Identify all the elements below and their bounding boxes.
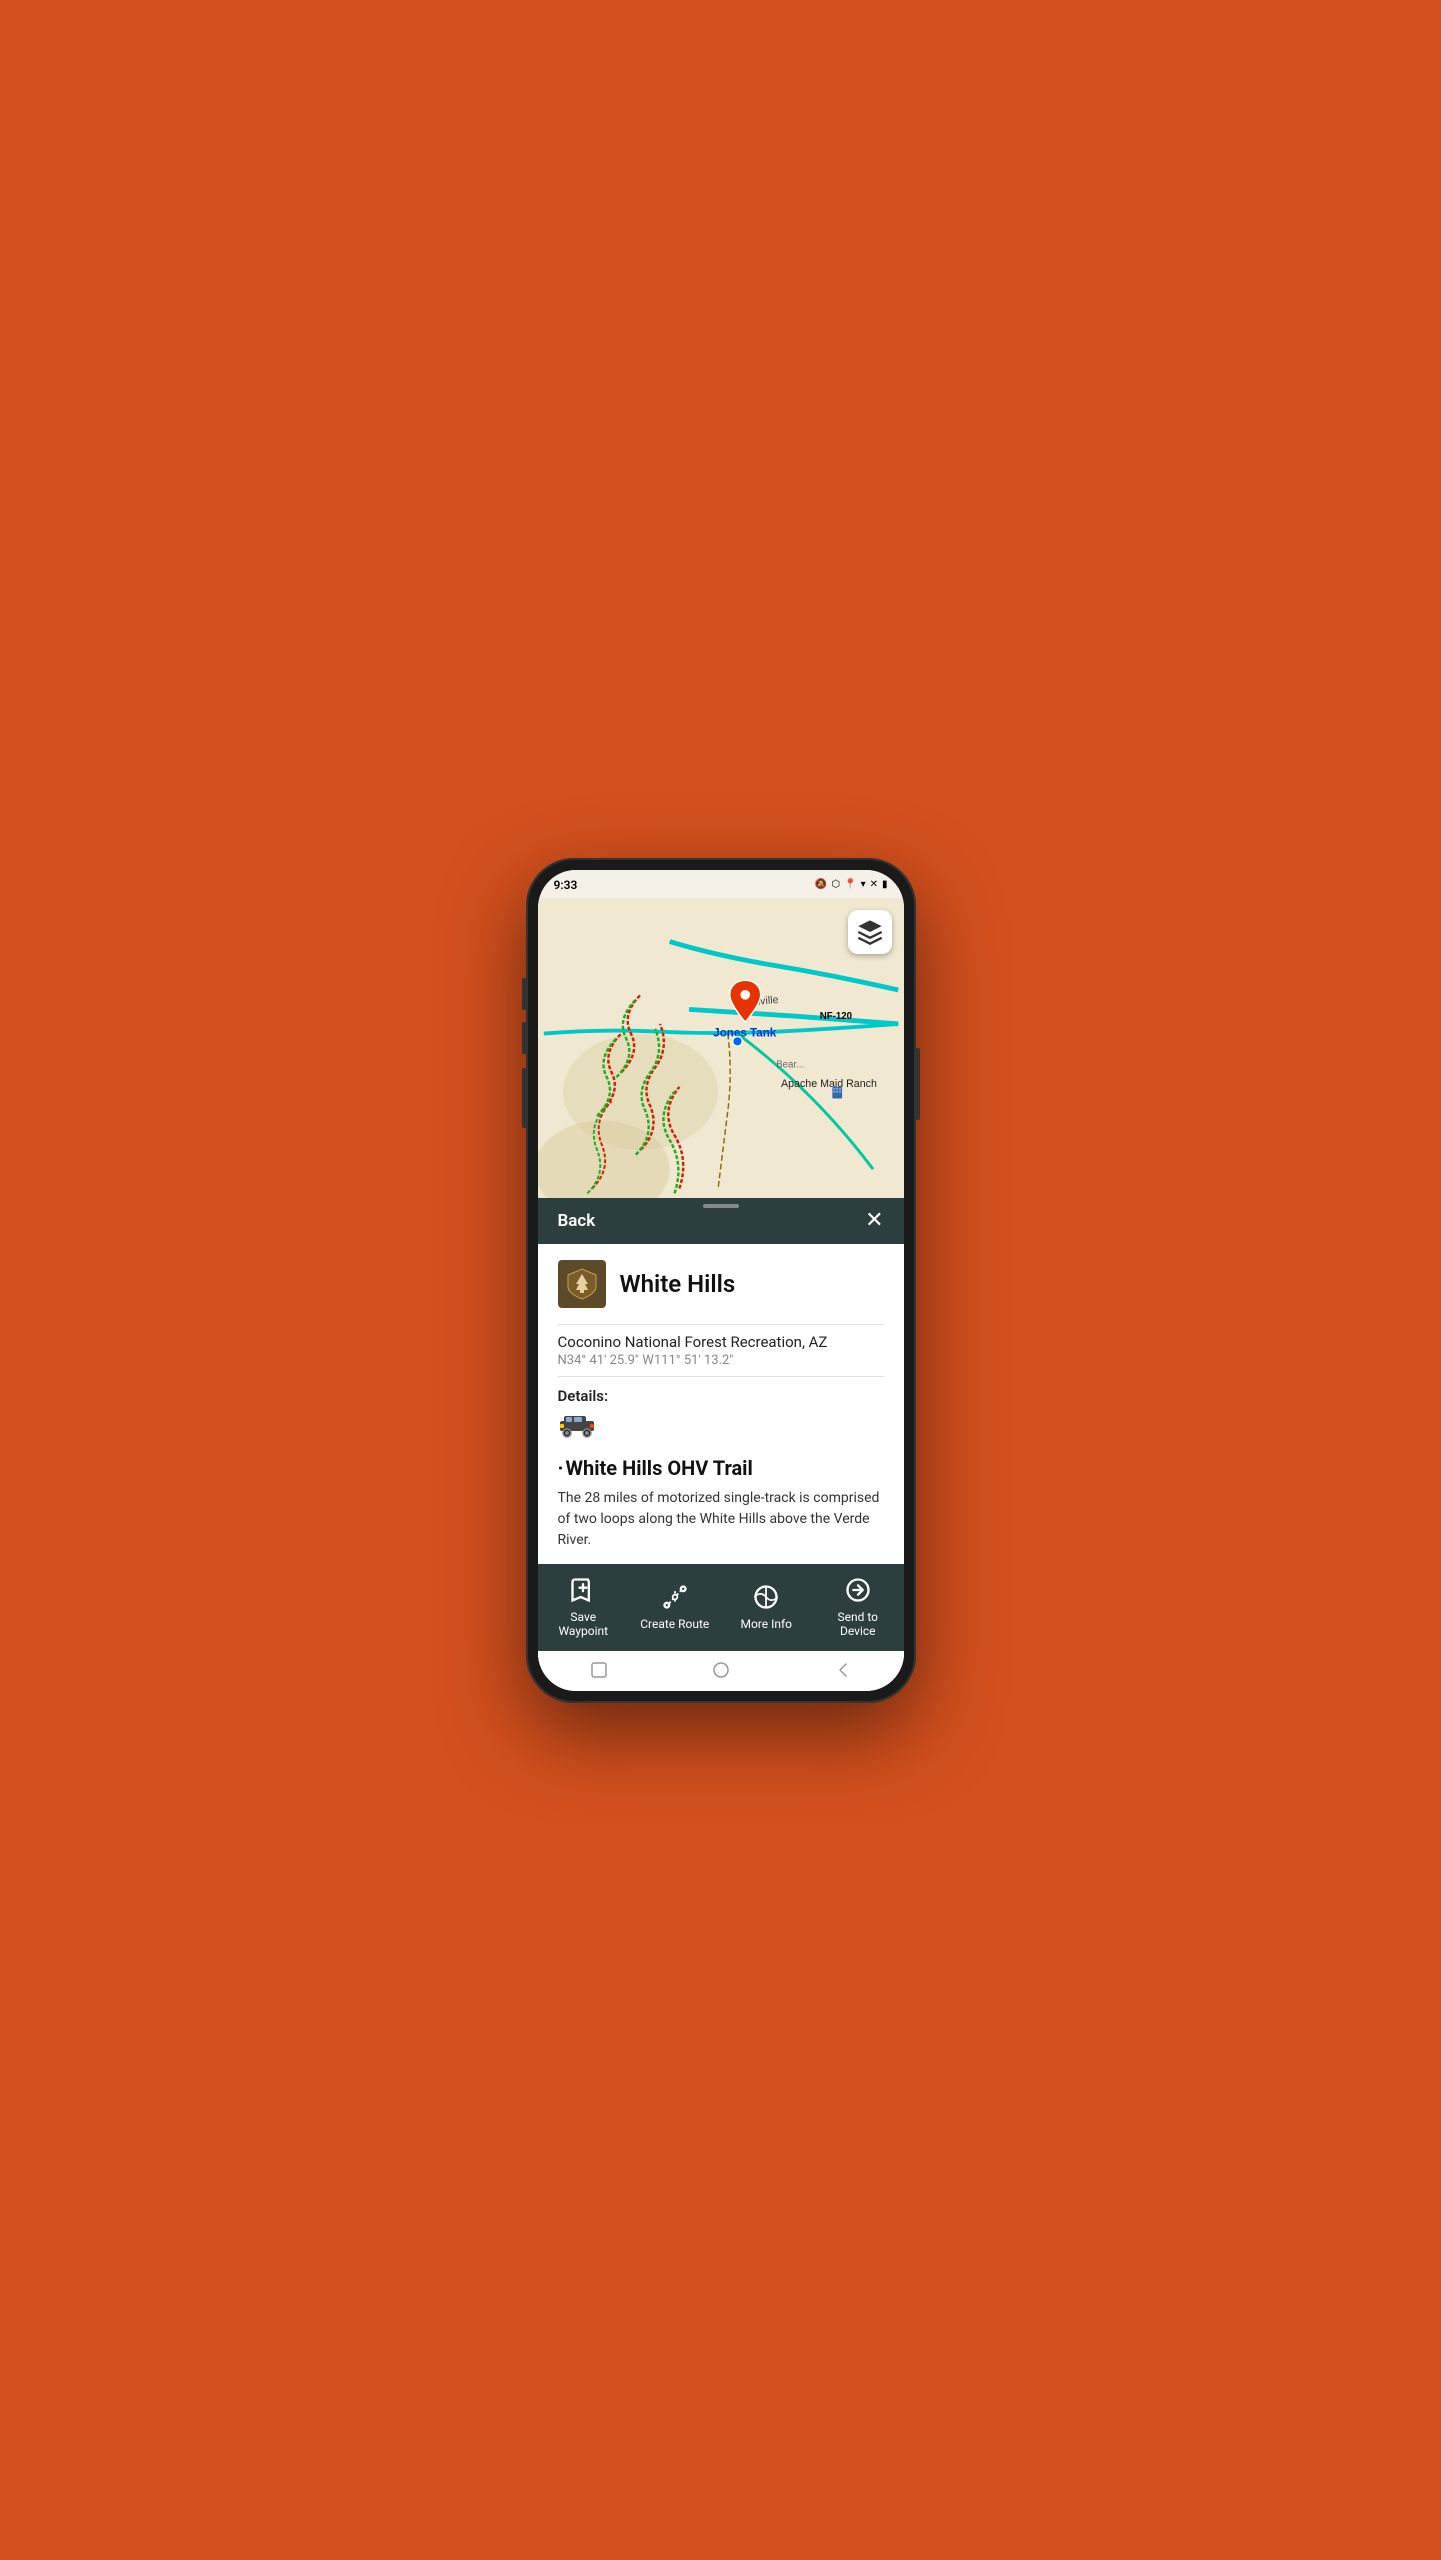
coordinates: N34° 41' 25.9" W111° 51' 13.2" [558,1353,884,1368]
status-time: 9:33 [554,878,578,892]
signal-off-icon: ✕ [870,879,878,890]
android-nav-bar [538,1651,904,1691]
create-route-button[interactable]: Create Route [640,1581,710,1631]
forest-badge [558,1260,606,1308]
back-nav-button[interactable] [832,1659,854,1681]
phone-frame: 9:33 🔕 ⬡ 📍 ▾ ✕ ▮ [526,858,916,1703]
svg-text:Apache Maid Ranch: Apache Maid Ranch [781,1077,877,1089]
svg-text:Jones Tank: Jones Tank [713,1026,777,1039]
save-waypoint-icon [567,1574,599,1606]
location-name: Coconino National Forest Recreation, AZ [558,1333,884,1351]
battery-icon: ▮ [882,879,888,890]
divider-1 [558,1324,884,1325]
wifi-icon: ▾ [861,879,866,890]
more-info-label: More Info [740,1617,792,1631]
place-name: White Hills [620,1270,736,1298]
home-button[interactable] [710,1659,732,1681]
volume-down-button [522,1022,526,1054]
more-info-icon [750,1581,782,1613]
svg-text:Bear...: Bear... [776,1059,804,1070]
divider-2 [558,1376,884,1377]
layers-button[interactable] [848,910,892,954]
close-button[interactable]: ✕ [865,1210,883,1232]
panel-header: Back ✕ [538,1198,904,1244]
trail-title: White Hills OHV Trail [558,1456,884,1480]
details-label: Details: [558,1387,884,1405]
map-area[interactable]: Cornville NF-120 Bear... Apache Maid Ran… [538,898,904,1198]
panel-content: White Hills Coconino National Forest Rec… [538,1244,904,1564]
location-icon: 📍 [844,879,856,890]
more-info-button[interactable]: More Info [731,1581,801,1631]
bluetooth-icon: ⬡ [831,879,840,890]
action-bar: SaveWaypoint Create Route [538,1564,904,1651]
back-button[interactable]: Back [558,1211,596,1231]
create-route-icon [659,1581,691,1613]
send-to-device-label: Send toDevice [837,1610,878,1639]
create-route-label: Create Route [640,1617,709,1631]
status-bar: 9:33 🔕 ⬡ 📍 ▾ ✕ ▮ [538,870,904,898]
power-button-left [522,1068,526,1128]
drag-handle [703,1204,739,1208]
send-to-device-icon [842,1574,874,1606]
mute-icon: 🔕 [815,879,827,890]
save-waypoint-button[interactable]: SaveWaypoint [548,1574,618,1639]
trail-description: The 28 miles of motorized single-track i… [558,1488,884,1551]
bottom-panel: Back ✕ White [538,1198,904,1691]
ohv-icon [558,1411,884,1446]
status-icons: 🔕 ⬡ 📍 ▾ ✕ ▮ [815,879,888,890]
place-header: White Hills [558,1260,884,1308]
send-to-device-button[interactable]: Send toDevice [823,1574,893,1639]
power-button-right [916,1048,920,1120]
svg-text:NF-120: NF-120 [819,1011,851,1022]
recent-apps-button[interactable] [588,1659,610,1681]
phone-screen: 9:33 🔕 ⬡ 📍 ▾ ✕ ▮ [538,870,904,1691]
save-waypoint-label: SaveWaypoint [558,1610,608,1639]
volume-up-button [522,978,526,1010]
